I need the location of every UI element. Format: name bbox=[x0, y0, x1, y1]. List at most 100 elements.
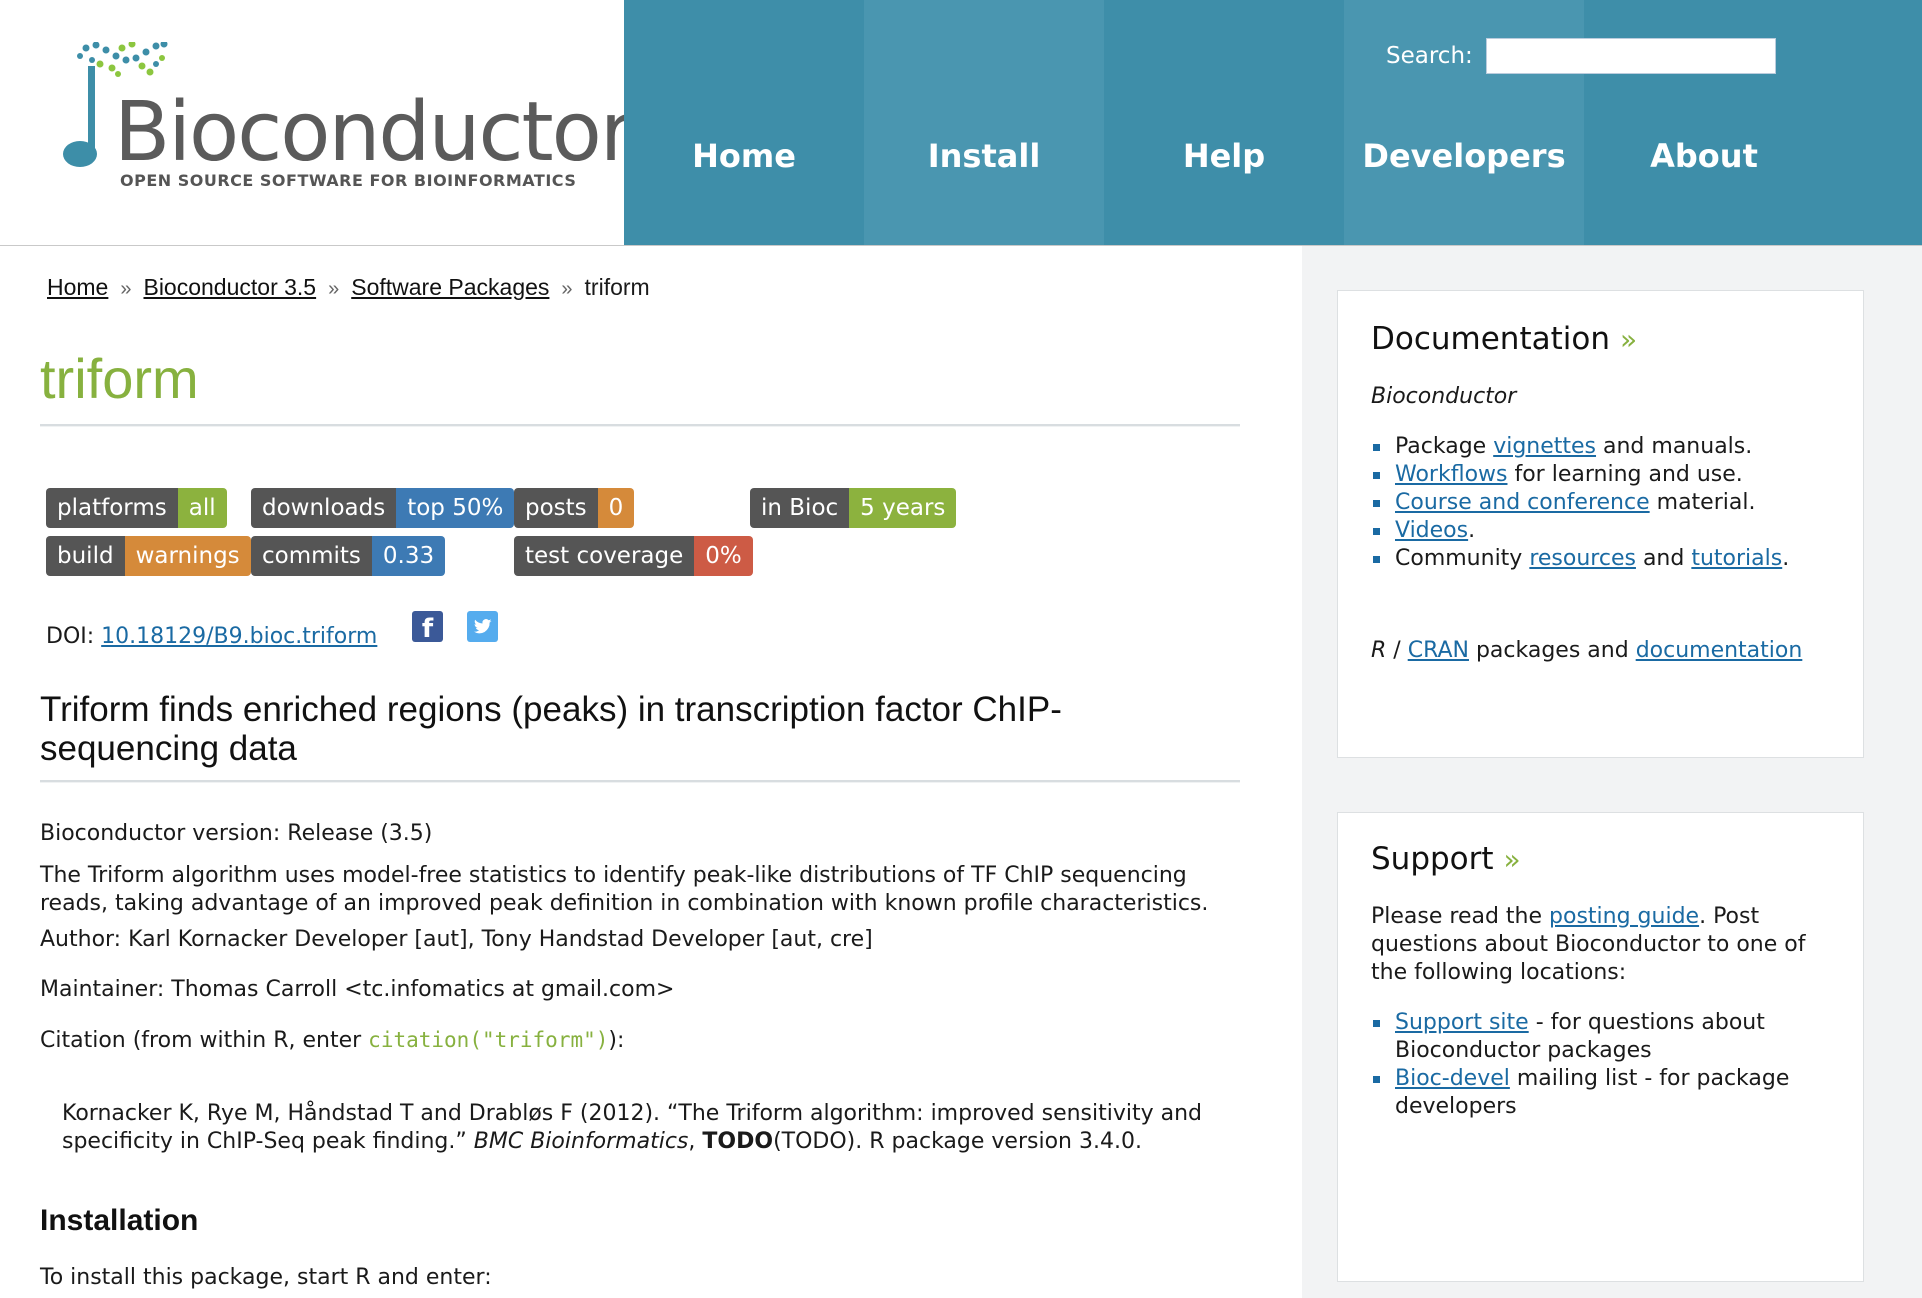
list-item: Workflows for learning and use. bbox=[1371, 461, 1841, 489]
search-label: Search: bbox=[1386, 43, 1473, 69]
badge-in-bioc[interactable]: in Bioc 5 years bbox=[750, 488, 957, 528]
badge-value: all bbox=[177, 488, 227, 528]
course-and-conference-link[interactable]: Course and conference bbox=[1395, 490, 1650, 515]
breadcrumb-software-packages[interactable]: Software Packages bbox=[351, 274, 549, 300]
list-item: Videos. bbox=[1371, 517, 1841, 545]
item-text: Please read the bbox=[1371, 904, 1550, 929]
sidebar: Documentation » Bioconductor Package vign… bbox=[1302, 246, 1922, 1298]
citation-volume: TODO bbox=[702, 1129, 774, 1154]
author-line: Author: Karl Kornacker Developer [aut], … bbox=[40, 927, 873, 952]
title-divider bbox=[40, 424, 1240, 427]
nav-help[interactable]: Help bbox=[1104, 0, 1344, 245]
main-content: Home » Bioconductor 3.5 » Software Packages »… bbox=[0, 246, 1302, 1298]
item-text: Package bbox=[1395, 434, 1494, 459]
badge-platforms[interactable]: platforms all bbox=[46, 488, 227, 528]
breadcrumb-bioconductor-3-5[interactable]: Bioconductor 3.5 bbox=[143, 274, 316, 300]
installation-heading: Installation bbox=[40, 1204, 199, 1237]
documentation-heading[interactable]: Documentation » bbox=[1371, 321, 1637, 357]
badge-commits[interactable]: commits 0.33 bbox=[251, 536, 446, 576]
documentation-title: Documentation bbox=[1371, 321, 1610, 357]
bullet-icon bbox=[1373, 472, 1380, 479]
twitter-icon[interactable] bbox=[467, 611, 498, 642]
badge-build[interactable]: build warnings bbox=[46, 536, 251, 576]
package-description: The Triform algorithm uses model-free st… bbox=[40, 863, 1209, 916]
bioc-devel-link[interactable]: Bioc-devel bbox=[1395, 1066, 1510, 1091]
breadcrumb-separator: » bbox=[328, 278, 340, 300]
bullet-icon bbox=[1373, 1076, 1380, 1083]
nav-about-label: About bbox=[1650, 137, 1758, 175]
nav-install-label: Install bbox=[927, 137, 1041, 175]
search-input[interactable] bbox=[1486, 38, 1776, 74]
resources-link[interactable]: resources bbox=[1529, 546, 1636, 571]
nav-install[interactable]: Install bbox=[864, 0, 1104, 245]
nav-about[interactable]: About bbox=[1584, 0, 1922, 245]
workflows-link[interactable]: Workflows bbox=[1395, 462, 1507, 487]
badge-test-coverage[interactable]: test coverage 0% bbox=[514, 536, 753, 576]
r-label: R bbox=[1371, 638, 1387, 663]
breadcrumb-separator: » bbox=[120, 278, 132, 300]
breadcrumb: Home » Bioconductor 3.5 » Software Packages »… bbox=[47, 274, 650, 301]
item-text: and bbox=[1635, 546, 1692, 571]
support-heading[interactable]: Support » bbox=[1371, 841, 1521, 877]
breadcrumb-current: triform bbox=[584, 274, 650, 300]
logo-wordmark: Bioconductor bbox=[114, 85, 634, 180]
support-list: Support site - for questions about Bioco… bbox=[1371, 1009, 1841, 1121]
package-title: Triform finds enriched regions (peaks) i… bbox=[40, 690, 1062, 768]
citation-rest: (TODO). R package version 3.4.0. bbox=[773, 1129, 1142, 1154]
support-panel: Support » Please read the posting guide. … bbox=[1337, 812, 1864, 1282]
maintainer-line: Maintainer: Thomas Carroll <tc.infomatic… bbox=[40, 977, 675, 1002]
citation-instruction: Citation (from within R, enter citation(… bbox=[40, 1026, 1240, 1055]
main-navigation: Home Install Help Developers About Searc… bbox=[624, 0, 1922, 245]
bullet-icon bbox=[1373, 1020, 1380, 1027]
videos-link[interactable]: Videos bbox=[1395, 518, 1468, 543]
list-item: Community resources and tutorials. bbox=[1371, 545, 1841, 573]
list-item: Bioc-devel mailing list - for package de… bbox=[1371, 1065, 1841, 1121]
vignettes-link[interactable]: vignettes bbox=[1493, 434, 1596, 459]
nav-home[interactable]: Home bbox=[624, 0, 864, 245]
nav-developers[interactable]: Developers bbox=[1344, 0, 1584, 245]
documentation-subtitle: Bioconductor bbox=[1371, 384, 1517, 409]
version-line: Bioconductor version: Release (3.5) bbox=[40, 821, 433, 846]
support-intro: Please read the posting guide. Post ques… bbox=[1371, 903, 1831, 987]
badge-key: downloads bbox=[251, 488, 397, 528]
nav-help-label: Help bbox=[1182, 137, 1266, 175]
item-text: packages and bbox=[1468, 638, 1636, 663]
documentation-panel: Documentation » Bioconductor Package vign… bbox=[1337, 290, 1864, 758]
r-documentation-link[interactable]: documentation bbox=[1636, 638, 1803, 663]
item-text: and manuals. bbox=[1596, 434, 1753, 459]
list-item: Support site - for questions about Bioco… bbox=[1371, 1009, 1841, 1065]
badge-downloads[interactable]: downloads top 50% bbox=[251, 488, 515, 528]
support-title: Support bbox=[1371, 841, 1494, 877]
list-item: Package vignettes and manuals. bbox=[1371, 433, 1841, 461]
list-item: Course and conference material. bbox=[1371, 489, 1841, 517]
nav-developers-label: Developers bbox=[1362, 137, 1566, 175]
logo-tagline: OPEN SOURCE SOFTWARE FOR BIOINFORMATICS bbox=[120, 171, 577, 190]
doi-link[interactable]: 10.18129/B9.bioc.triform bbox=[101, 624, 377, 649]
badge-value: 0 bbox=[597, 488, 635, 528]
badge-posts[interactable]: posts 0 bbox=[514, 488, 635, 528]
documentation-list: Package vignettes and manuals. Workflows… bbox=[1371, 433, 1841, 573]
tutorials-link[interactable]: tutorials bbox=[1691, 546, 1782, 571]
badge-value: 0% bbox=[694, 536, 753, 576]
support-site-link[interactable]: Support site bbox=[1395, 1010, 1529, 1035]
badge-key: test coverage bbox=[514, 536, 695, 576]
badge-key: posts bbox=[514, 488, 598, 528]
posting-guide-link[interactable]: posting guide bbox=[1549, 904, 1699, 929]
badge-key: commits bbox=[251, 536, 372, 576]
facebook-icon[interactable]: f bbox=[412, 611, 443, 642]
badge-key: build bbox=[46, 536, 125, 576]
breadcrumb-home[interactable]: Home bbox=[47, 274, 108, 300]
item-text: material. bbox=[1649, 490, 1756, 515]
nav-home-label: Home bbox=[692, 137, 796, 175]
bullet-icon bbox=[1373, 556, 1380, 563]
badge-value: 5 years bbox=[849, 488, 957, 528]
cran-link[interactable]: CRAN bbox=[1408, 638, 1469, 663]
r-cran-line: R / CRAN packages and documentation bbox=[1371, 637, 1831, 665]
bullet-icon bbox=[1373, 444, 1380, 451]
citation-text: Kornacker K, Rye M, Håndstad T and Drabl… bbox=[62, 1100, 1242, 1156]
page-title: triform bbox=[40, 347, 199, 410]
badge-key: platforms bbox=[46, 488, 178, 528]
bioconductor-logo[interactable]: Bioconductor OPEN SOURCE SOFTWARE FOR BI… bbox=[58, 42, 634, 202]
citation-code: citation("triform") bbox=[368, 1028, 609, 1052]
chevron-right-icon: » bbox=[1503, 843, 1521, 876]
